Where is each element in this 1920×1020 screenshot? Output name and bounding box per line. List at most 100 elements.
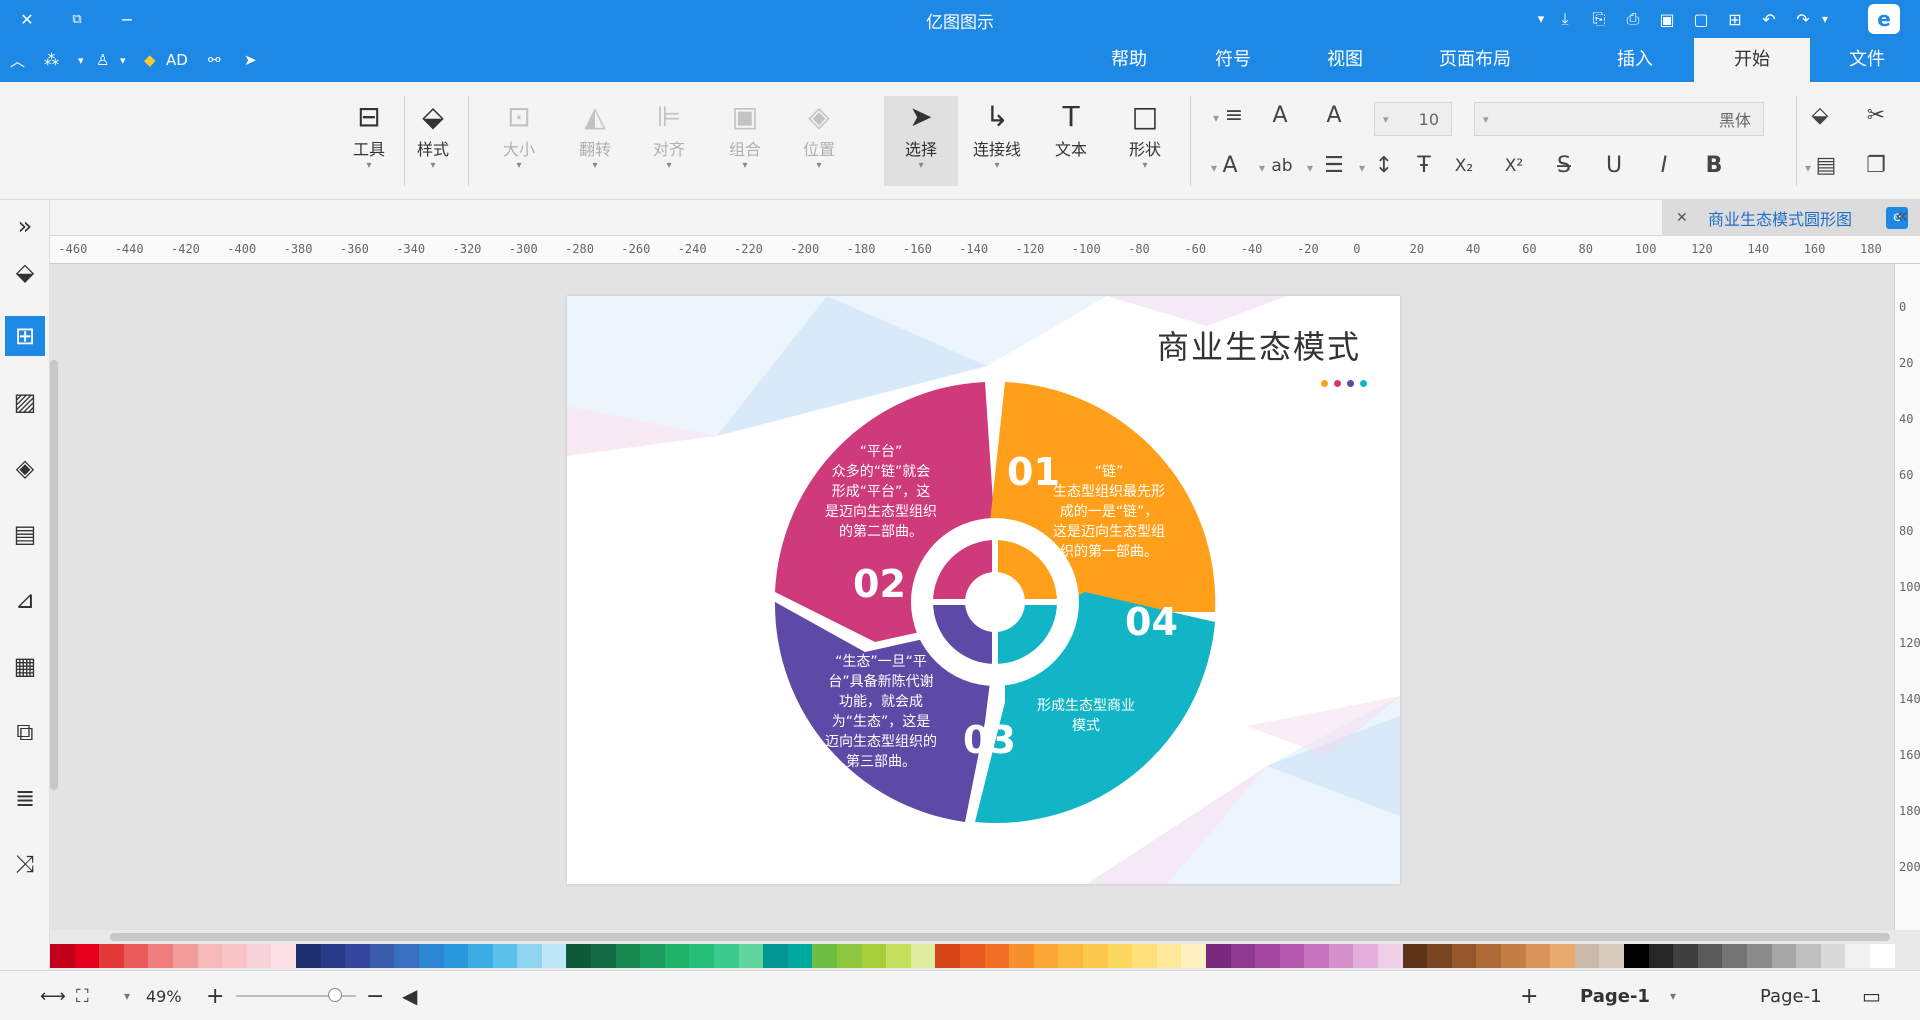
color-swatch[interactable]: [1058, 944, 1083, 968]
new-file-icon[interactable]: ⊞: [1722, 6, 1748, 32]
font-size-combo[interactable]: ▾ 10: [1374, 102, 1452, 136]
color-swatch[interactable]: [1476, 944, 1502, 968]
zoom-level[interactable]: 49%: [146, 983, 182, 1009]
table-icon[interactable]: ▦: [5, 646, 45, 686]
color-swatch[interactable]: [1648, 944, 1674, 968]
color-swatch[interactable]: [1574, 944, 1600, 968]
color-swatch[interactable]: [1255, 944, 1280, 968]
library-icon[interactable]: ⊞: [5, 316, 45, 356]
page-list-dropdown-icon[interactable]: ▾: [1670, 983, 1676, 1009]
color-swatch[interactable]: [1033, 944, 1059, 968]
bullet-list-icon[interactable]: ☰: [1320, 152, 1348, 180]
color-swatch[interactable]: [1082, 944, 1108, 968]
color-swatch[interactable]: [1869, 944, 1895, 968]
tab-insert[interactable]: 插入: [1600, 38, 1670, 82]
vip-diamond-icon[interactable]: ◆: [144, 48, 156, 72]
color-swatch[interactable]: [1353, 944, 1379, 968]
text-button[interactable]: T 文本: [1040, 96, 1102, 186]
color-swatch[interactable]: [541, 944, 567, 968]
color-swatch[interactable]: [763, 944, 788, 968]
puzzle-icon[interactable]: ⧉: [5, 712, 45, 752]
color-swatch[interactable]: [443, 944, 469, 968]
diagram-page[interactable]: 商业生态模式 01 “链” 生态型组织最先形 成的一是“链”， 这是迈向生态型组…: [567, 296, 1400, 884]
font-color-icon[interactable]: A: [1216, 152, 1244, 180]
color-swatch[interactable]: [1107, 944, 1133, 968]
color-swatch[interactable]: [1599, 944, 1624, 968]
color-swatch[interactable]: [1771, 944, 1797, 968]
color-swatch[interactable]: [468, 944, 493, 968]
color-swatch[interactable]: [1451, 944, 1477, 968]
ad-button[interactable]: AD: [166, 48, 188, 72]
color-swatch[interactable]: [246, 944, 272, 968]
tab-symbols[interactable]: 符号: [1198, 38, 1268, 82]
color-swatch[interactable]: [394, 944, 419, 968]
color-swatch[interactable]: [1796, 944, 1821, 968]
color-swatch[interactable]: [935, 944, 960, 968]
color-swatch[interactable]: [74, 944, 100, 968]
format-painter-icon[interactable]: ⬙: [1806, 102, 1834, 130]
open-file-icon[interactable]: ⎘: [1586, 6, 1612, 32]
color-swatch[interactable]: [1304, 944, 1329, 968]
color-swatch[interactable]: [197, 944, 223, 968]
color-swatch[interactable]: [148, 944, 173, 968]
color-swatch[interactable]: [1624, 944, 1649, 968]
paste-icon[interactable]: ▤: [1812, 152, 1840, 180]
strikethrough-icon[interactable]: S̶: [1550, 152, 1578, 180]
color-swatch[interactable]: [1378, 944, 1403, 968]
color-swatch[interactable]: [591, 944, 616, 968]
color-swatch[interactable]: [566, 944, 592, 968]
color-swatch[interactable]: [714, 944, 739, 968]
connector-button[interactable]: ↳ 连接线 ▾: [966, 96, 1028, 186]
open-folder-icon[interactable]: ▢: [1688, 6, 1714, 32]
color-swatch[interactable]: [1845, 944, 1870, 968]
vertical-scrollbar[interactable]: [50, 360, 58, 790]
horizontal-scrollbar[interactable]: [110, 933, 1890, 941]
page-title[interactable]: 商业生态模式: [1157, 322, 1361, 368]
color-swatch[interactable]: [1525, 944, 1551, 968]
color-swatch[interactable]: [418, 944, 444, 968]
color-swatch[interactable]: [99, 944, 124, 968]
page-icon[interactable]: ▤: [5, 514, 45, 554]
quick-customize-icon[interactable]: ▾: [1528, 6, 1554, 32]
group-button[interactable]: ▣ 组合 ▾: [714, 96, 776, 186]
color-swatch[interactable]: [1427, 944, 1452, 968]
zoom-dropdown-icon[interactable]: ▾: [124, 983, 130, 1009]
color-swatch[interactable]: [172, 944, 198, 968]
tab-file[interactable]: 文件: [1832, 38, 1902, 82]
superscript-icon[interactable]: X²: [1500, 152, 1528, 180]
italic-icon[interactable]: I: [1650, 152, 1678, 180]
font-name-combo[interactable]: ▾ 黑体: [1474, 102, 1764, 136]
underline-icon[interactable]: U: [1600, 152, 1628, 180]
cut-icon[interactable]: ✂: [1862, 102, 1890, 130]
color-swatch[interactable]: [1132, 944, 1157, 968]
color-swatch[interactable]: [123, 944, 149, 968]
color-swatch[interactable]: [1501, 944, 1526, 968]
color-swatch[interactable]: [1697, 944, 1723, 968]
color-swatch[interactable]: [664, 944, 690, 968]
font-decrease-icon[interactable]: A: [1266, 102, 1294, 130]
zoom-in-icon[interactable]: +: [206, 983, 224, 1009]
align-button[interactable]: ⊫ 对齐 ▾: [638, 96, 700, 186]
page-tab[interactable]: Page-1: [1580, 983, 1650, 1009]
color-swatch[interactable]: [1279, 944, 1305, 968]
chart-icon[interactable]: ⊿: [5, 580, 45, 620]
color-swatch[interactable]: [640, 944, 665, 968]
color-swatch[interactable]: [1550, 944, 1575, 968]
apps-icon[interactable]: ⁂: [44, 48, 59, 72]
color-swatch[interactable]: [295, 944, 321, 968]
color-swatch[interactable]: [615, 944, 641, 968]
collapse-right-panel-icon[interactable]: «: [1882, 204, 1920, 232]
format-icon[interactable]: ≣: [5, 778, 45, 818]
color-swatch[interactable]: [222, 944, 247, 968]
color-swatch[interactable]: [1722, 944, 1747, 968]
expand-panel-icon[interactable]: »: [5, 206, 45, 246]
tab-help[interactable]: 帮助: [1094, 38, 1164, 82]
text-direction-icon[interactable]: Ŧ: [1410, 152, 1438, 180]
send-icon[interactable]: ➤: [244, 48, 257, 72]
color-swatch[interactable]: [50, 944, 75, 968]
color-swatch[interactable]: [689, 944, 715, 968]
share-icon[interactable]: ⚯: [208, 48, 221, 72]
tab-view[interactable]: 视图: [1310, 38, 1380, 82]
color-swatch[interactable]: [271, 944, 296, 968]
position-button[interactable]: ◈ 位置 ▾: [788, 96, 850, 186]
